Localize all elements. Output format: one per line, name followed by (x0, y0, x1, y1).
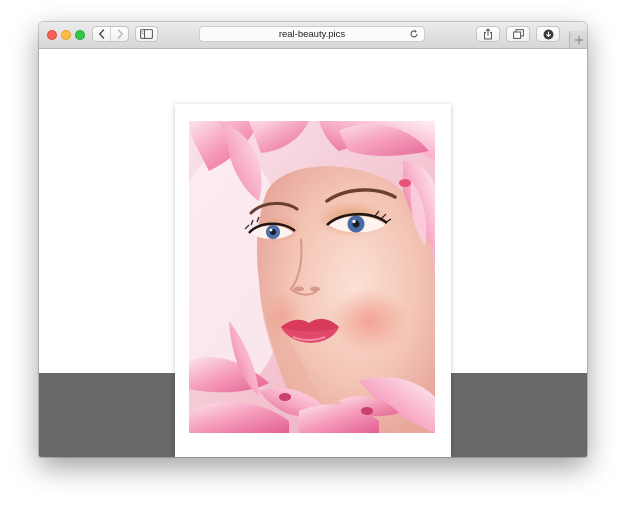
sidebar-icon (140, 29, 153, 39)
portrait-photo[interactable] (189, 121, 435, 433)
new-tab-button[interactable] (569, 31, 587, 48)
tabs-overview-icon (512, 29, 524, 39)
zoom-window-button[interactable] (75, 30, 85, 40)
chevron-left-icon (98, 29, 104, 39)
sidebar-button[interactable] (135, 26, 158, 42)
browser-window: real-beauty.pics (39, 22, 587, 457)
address-bar[interactable]: real-beauty.pics (199, 26, 425, 42)
page-content (39, 49, 587, 457)
chevron-right-icon (117, 29, 123, 39)
portrait-image (189, 121, 435, 433)
minimize-window-button[interactable] (61, 30, 71, 40)
plus-icon (575, 35, 583, 44)
url-text: real-beauty.pics (278, 29, 346, 40)
navigation-buttons (92, 26, 129, 42)
reload-button[interactable] (408, 28, 420, 40)
share-icon (484, 28, 492, 40)
photo-card (175, 104, 451, 457)
forward-button[interactable] (111, 27, 128, 41)
reload-icon (410, 29, 418, 38)
downloads-button[interactable] (536, 26, 560, 42)
download-icon (543, 29, 553, 39)
tab-overview-button[interactable] (506, 26, 530, 42)
close-window-button[interactable] (47, 30, 57, 40)
toolbar: real-beauty.pics (39, 22, 587, 49)
back-button[interactable] (93, 27, 110, 41)
share-button[interactable] (476, 26, 500, 42)
